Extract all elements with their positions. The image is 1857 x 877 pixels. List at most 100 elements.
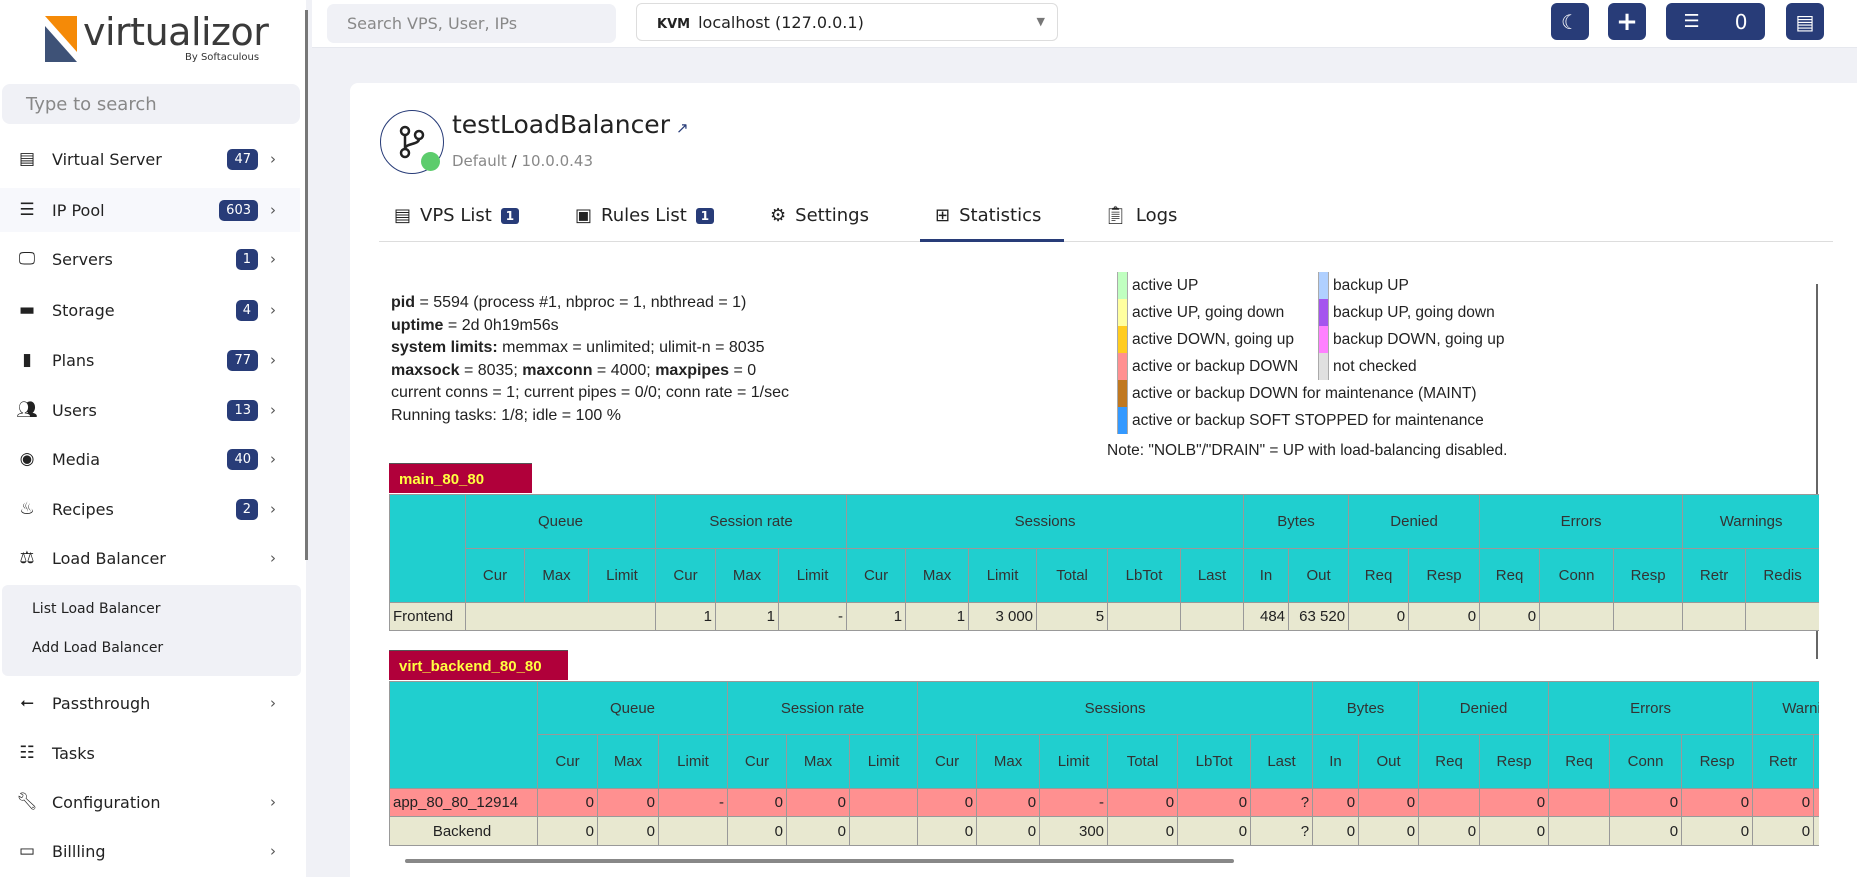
tab-rules-list[interactable]: ▣ Rules List 1 (575, 205, 715, 226)
legend-label: active or backup DOWN (1132, 357, 1299, 375)
stats-cell: 0 (1408, 602, 1481, 631)
branch-icon (399, 125, 425, 159)
sidebar-item-virtual-server[interactable]: ▤ Virtual Server 47 › (0, 137, 300, 181)
stats-cell: 1 (655, 602, 717, 631)
stats-cell: 0 (786, 788, 851, 817)
docs-button[interactable]: ▤ (1786, 3, 1824, 40)
sidebar-item-label: Virtual Server (52, 149, 162, 169)
sidebar-item-recipes[interactable]: ♨ Recipes 2 › (0, 487, 300, 531)
server-icon: ▤ (394, 205, 412, 226)
column-header-row: Cur Max Limit Cur Max Limit Cur Max Limit Total Lb… (390, 548, 1819, 603)
global-search-input[interactable]: Search VPS, User, IPs (327, 4, 616, 43)
stats-cell: 0 (976, 788, 1041, 817)
legend-swatch (1117, 326, 1128, 353)
sidebar-item-label: Plans (52, 350, 95, 370)
sidebar-item-load-balancer[interactable]: ⚖ Load Balancer › (0, 536, 300, 580)
column-header: Redis (1745, 548, 1819, 603)
submenu-list-load-balancer[interactable]: List Load Balancer (32, 601, 161, 617)
column-header: Conn (1609, 734, 1683, 789)
sidebar-item-ip-pool[interactable]: ☰ IP Pool 603 › (0, 188, 300, 232)
sidebar-item-plans[interactable]: ▮ Plans 77 › (0, 338, 300, 382)
group-header: Errors (1479, 494, 1684, 549)
info-value: current conns = 1; current pipes = 0/0; … (391, 384, 790, 401)
info-line: maxsock = 8035; maxconn = 4000; maxpipes… (391, 360, 789, 383)
sidebar-item-users[interactable]: 👥︎ Users 13 › (0, 388, 300, 432)
submenu-add-load-balancer[interactable]: Add Load Balancer (32, 640, 163, 656)
info-key: pid (391, 294, 415, 311)
stats-cell: 0 (976, 816, 1041, 846)
chevron-right-icon: › (270, 450, 276, 468)
column-header: Retr (1752, 734, 1815, 789)
legend-swatch (1318, 299, 1329, 326)
legend-label: backup UP (1333, 276, 1409, 294)
tab-label: Logs (1135, 205, 1178, 226)
info-value: memmax = unlimited; ulimit-n = 8035 (497, 339, 765, 356)
tasks-button[interactable]: ☰ 0 (1666, 3, 1765, 40)
stats-cell (464, 602, 657, 631)
server-icon: ▤ (18, 149, 36, 169)
sidebar-item-passthrough[interactable]: ⭠ Passthrough › (0, 681, 300, 725)
tab-logs[interactable]: 📋︎ Logs (1104, 205, 1177, 226)
column-header: Cur (537, 734, 598, 789)
stats-cell: 3 000 (968, 602, 1038, 631)
sidebar-item-media[interactable]: ◉ Media 40 › (0, 437, 300, 481)
column-header: Total (1036, 548, 1109, 603)
server-select[interactable]: KVM localhost (127.0.0.1) ▼ (636, 3, 1058, 41)
tab-label: Settings (795, 205, 869, 226)
tab-settings[interactable]: ⚙ Settings (770, 205, 869, 226)
external-link-icon[interactable]: ↗ (676, 119, 689, 137)
tab-badge: 1 (500, 207, 520, 224)
stats-cell (1682, 602, 1747, 631)
users-icon: 👥︎ (16, 400, 38, 420)
sidebar-search-input[interactable]: Type to search (2, 84, 300, 124)
stats-cell: ? (1250, 816, 1314, 846)
legend-label: active UP, going down (1132, 303, 1285, 321)
stats-cell (849, 816, 919, 846)
legend-item: active UP, going down (1117, 299, 1284, 326)
sidebar-item-billling[interactable]: ▭ Billling › (0, 829, 300, 873)
sidebar-item-servers[interactable]: 🖵︎ Servers 1 › (0, 237, 300, 281)
server-type: KVM (657, 17, 691, 32)
stats-cell: 0 (1177, 816, 1252, 846)
sidebar-item-tasks[interactable]: ☷ Tasks (0, 731, 300, 775)
sidebar-item-label: Servers (52, 249, 113, 269)
info-line: system limits: memmax = unlimited; ulimi… (391, 337, 789, 360)
group-header: Sessions (846, 494, 1245, 549)
stats-cell: - (657, 788, 729, 817)
chevron-right-icon: › (270, 694, 276, 712)
add-button[interactable]: + (1608, 3, 1646, 40)
group-header: Sessions (917, 681, 1314, 735)
balance-scale-icon: ⚖ (19, 548, 35, 568)
column-header: Limit (587, 548, 657, 603)
stats-cell: - (778, 602, 848, 631)
chevron-right-icon: › (270, 500, 276, 518)
recipe-icon: ♨ (19, 499, 35, 519)
sidebar-item-configuration[interactable]: 🔧︎ Configuration › (0, 780, 300, 824)
dark-mode-button[interactable]: ☾ (1551, 3, 1589, 40)
stats-cell: 1 (905, 602, 970, 631)
stats-cell: 63 520 (1288, 602, 1350, 631)
legend-swatch (1117, 380, 1128, 407)
stats-cell: 0 (537, 816, 598, 846)
legend-item: active or backup DOWN (1117, 353, 1298, 380)
legend-label: active or backup DOWN for maintenance (M… (1132, 384, 1477, 402)
logo[interactable]: virtualizor By Softaculous (45, 10, 275, 70)
rules-book-icon: ▣ (575, 205, 593, 226)
stats-row: Frontend 1 1-1 1 3 000 5 484 63 520 0 0 0 (389, 602, 1819, 631)
stats-horizontal-scrollbar[interactable] (405, 859, 1234, 863)
sidebar-item-label: Users (52, 400, 97, 420)
group-header: Queue (464, 494, 657, 549)
stats-cell (1813, 788, 1819, 817)
column-header: Limit (778, 548, 848, 603)
book-icon: ▤ (1795, 9, 1815, 34)
sidebar-scrollbar[interactable] (305, 10, 308, 560)
stats-cell: 0 (1609, 816, 1683, 846)
chevron-right-icon: › (270, 793, 276, 811)
sidebar-item-storage[interactable]: ▬ Storage 4 › (0, 288, 300, 332)
load-balancer-submenu (2, 585, 301, 676)
legend-swatch (1318, 326, 1329, 353)
count-badge: 4 (235, 299, 258, 321)
tab-label: VPS List (420, 205, 492, 226)
tab-statistics[interactable]: ⊞ Statistics (935, 205, 1041, 226)
tab-vps-list[interactable]: ▤ VPS List 1 (394, 205, 520, 226)
